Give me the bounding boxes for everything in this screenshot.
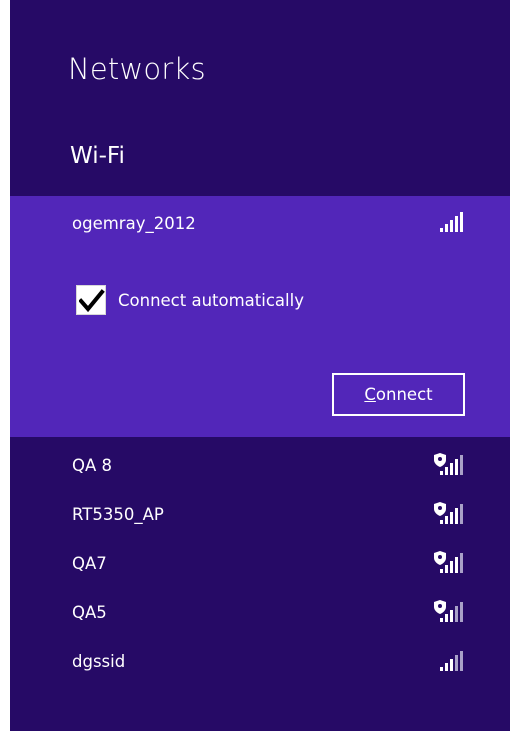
signal-strength-icon <box>434 210 464 232</box>
network-list-item[interactable]: dgssid <box>10 637 510 687</box>
connect-automatically-row[interactable]: Connect automatically <box>76 283 304 317</box>
signal-bar <box>450 610 453 622</box>
signal-strength-icon <box>434 502 464 524</box>
signal-bar <box>440 618 443 622</box>
signal-bar <box>440 569 443 573</box>
signal-bar <box>460 212 463 232</box>
signal-bar <box>450 659 453 671</box>
signal-bar <box>455 557 458 573</box>
network-name: dgssid <box>72 652 126 671</box>
selected-network-name: ogemray_2012 <box>72 214 196 233</box>
signal-bar <box>460 455 463 475</box>
network-name: QA 8 <box>72 456 113 475</box>
connect-button[interactable]: Connect <box>332 373 465 416</box>
signal-strength-icon <box>434 551 464 573</box>
signal-strength-icon <box>434 649 464 671</box>
signal-bar <box>450 220 453 232</box>
signal-bar <box>450 512 453 524</box>
connect-automatically-checkbox[interactable] <box>76 285 106 315</box>
shield-icon <box>434 551 446 565</box>
signal-bar <box>450 463 453 475</box>
network-list-item[interactable]: QA7 <box>10 539 510 589</box>
signal-strength-icon <box>434 453 464 475</box>
signal-bar <box>455 459 458 475</box>
networks-panel: Networks Wi-Fi ogemray_2012 Connect auto… <box>10 0 510 731</box>
network-name: QA5 <box>72 603 107 622</box>
signal-bar <box>455 606 458 622</box>
connect-button-label: onnect <box>375 385 433 404</box>
shield-icon <box>434 600 446 614</box>
signal-bar <box>455 508 458 524</box>
signal-bar <box>445 224 448 232</box>
signal-bar <box>460 602 463 622</box>
panel-title: Networks <box>68 52 206 86</box>
signal-bar <box>445 614 448 622</box>
shield-icon <box>434 502 446 516</box>
signal-strength-icon <box>434 600 464 622</box>
shield-icon <box>434 453 446 467</box>
signal-bar <box>460 553 463 573</box>
network-name: RT5350_AP <box>72 505 164 524</box>
network-name: QA7 <box>72 554 107 573</box>
connect-automatically-label: Connect automatically <box>118 290 304 310</box>
network-list-item[interactable]: QA 8 <box>10 441 510 491</box>
signal-bar <box>445 663 448 671</box>
checkmark-icon <box>79 289 105 313</box>
signal-bar <box>440 667 443 671</box>
signal-bar <box>445 467 448 475</box>
signal-bar <box>440 228 443 232</box>
wifi-section-heading: Wi-Fi <box>70 143 125 169</box>
signal-bar <box>440 471 443 475</box>
signal-bar <box>445 565 448 573</box>
network-list-item[interactable]: QA5 <box>10 588 510 638</box>
signal-bar <box>455 655 458 671</box>
signal-bar <box>445 516 448 524</box>
signal-bar <box>460 651 463 671</box>
signal-bar <box>455 216 458 232</box>
signal-bar <box>440 520 443 524</box>
signal-bar <box>460 504 463 524</box>
connect-button-access-key: C <box>364 385 376 404</box>
network-list-item[interactable]: RT5350_AP <box>10 490 510 540</box>
signal-bar <box>450 561 453 573</box>
